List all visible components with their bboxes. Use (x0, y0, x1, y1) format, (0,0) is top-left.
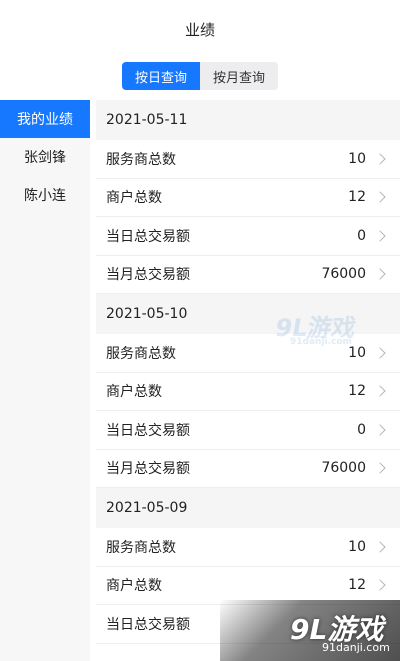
tab-by-month[interactable]: 按月查询 (200, 62, 278, 90)
section-date: 2021-05-11 (106, 112, 188, 128)
chevron-right-icon (374, 153, 386, 165)
row-value: 10 (348, 344, 366, 361)
list-item[interactable]: 当日总交易额 0 (96, 217, 400, 256)
list-item[interactable]: 服务商总数 10 (96, 334, 400, 373)
row-value: 0 (357, 421, 366, 438)
tab-by-day[interactable]: 按日查询 (122, 62, 200, 90)
row-value: 76000 (321, 266, 366, 283)
date-section-header: 2021-05-10 (96, 294, 400, 334)
list-item[interactable]: 当日总交易额 0 (96, 411, 400, 450)
list-item[interactable]: 商户总数 12 (96, 178, 400, 217)
row-value: 12 (348, 577, 366, 594)
row-label: 商户总数 (106, 190, 162, 207)
list-item[interactable]: 商户总数 12 (96, 372, 400, 411)
section-date: 2021-05-09 (106, 500, 188, 516)
row-label: 当日总交易额 (106, 422, 190, 439)
row-label: 当日总交易额 (106, 228, 190, 245)
sidebar-item-chen-xiaolian[interactable]: 陈小连 (0, 176, 90, 214)
row-label: 当月总交易额 (106, 461, 190, 478)
chevron-right-icon (374, 347, 386, 359)
chevron-right-icon (374, 579, 386, 591)
row-label: 当日总交易额 (106, 616, 190, 633)
row-value: 12 (348, 383, 366, 400)
date-section-header: 2021-05-11 (96, 100, 400, 140)
row-label: 商户总数 (106, 578, 162, 595)
chevron-right-icon (374, 230, 386, 242)
chevron-right-icon (374, 462, 386, 474)
row-value: 10 (348, 538, 366, 555)
row-label: 当月总交易额 (106, 267, 190, 284)
row-value: 10 (348, 150, 366, 167)
row-value: 76000 (321, 460, 366, 477)
performance-list: 2021-05-11 服务商总数 10 商户总数 12 当日总交易额 0 当月总… (96, 100, 400, 661)
chevron-right-icon (374, 618, 386, 630)
list-item[interactable]: 当月总交易额 76000 (96, 449, 400, 488)
chevron-right-icon (374, 191, 386, 203)
sidebar-item-zhang-jianfeng[interactable]: 张剑锋 (0, 138, 90, 176)
row-value: 0 (357, 227, 366, 244)
list-item[interactable]: 服务商总数 10 (96, 528, 400, 567)
page-header: 业绩 (0, 0, 400, 58)
page-title: 业绩 (184, 20, 215, 39)
chevron-right-icon (374, 268, 386, 280)
chevron-right-icon (374, 424, 386, 436)
list-item[interactable]: 服务商总数 10 (96, 140, 400, 179)
row-label: 服务商总数 (106, 345, 176, 362)
sidebar-item-my-performance[interactable]: 我的业绩 (0, 100, 90, 138)
sidebar: 我的业绩 张剑锋 陈小连 (0, 100, 90, 661)
chevron-right-icon (374, 385, 386, 397)
list-item[interactable]: 商户总数 12 (96, 566, 400, 605)
date-section-header: 2021-05-09 (96, 488, 400, 528)
section-date: 2021-05-10 (106, 306, 188, 322)
list-item[interactable]: 当月总交易额 76000 (96, 255, 400, 294)
row-label: 商户总数 (106, 384, 162, 401)
row-value: 12 (348, 189, 366, 206)
row-label: 服务商总数 (106, 151, 176, 168)
list-item[interactable]: 当日总交易额 (96, 605, 400, 644)
row-label: 服务商总数 (106, 539, 176, 556)
query-mode-segment: 按日查询 按月查询 (122, 62, 278, 90)
chevron-right-icon (374, 541, 386, 553)
